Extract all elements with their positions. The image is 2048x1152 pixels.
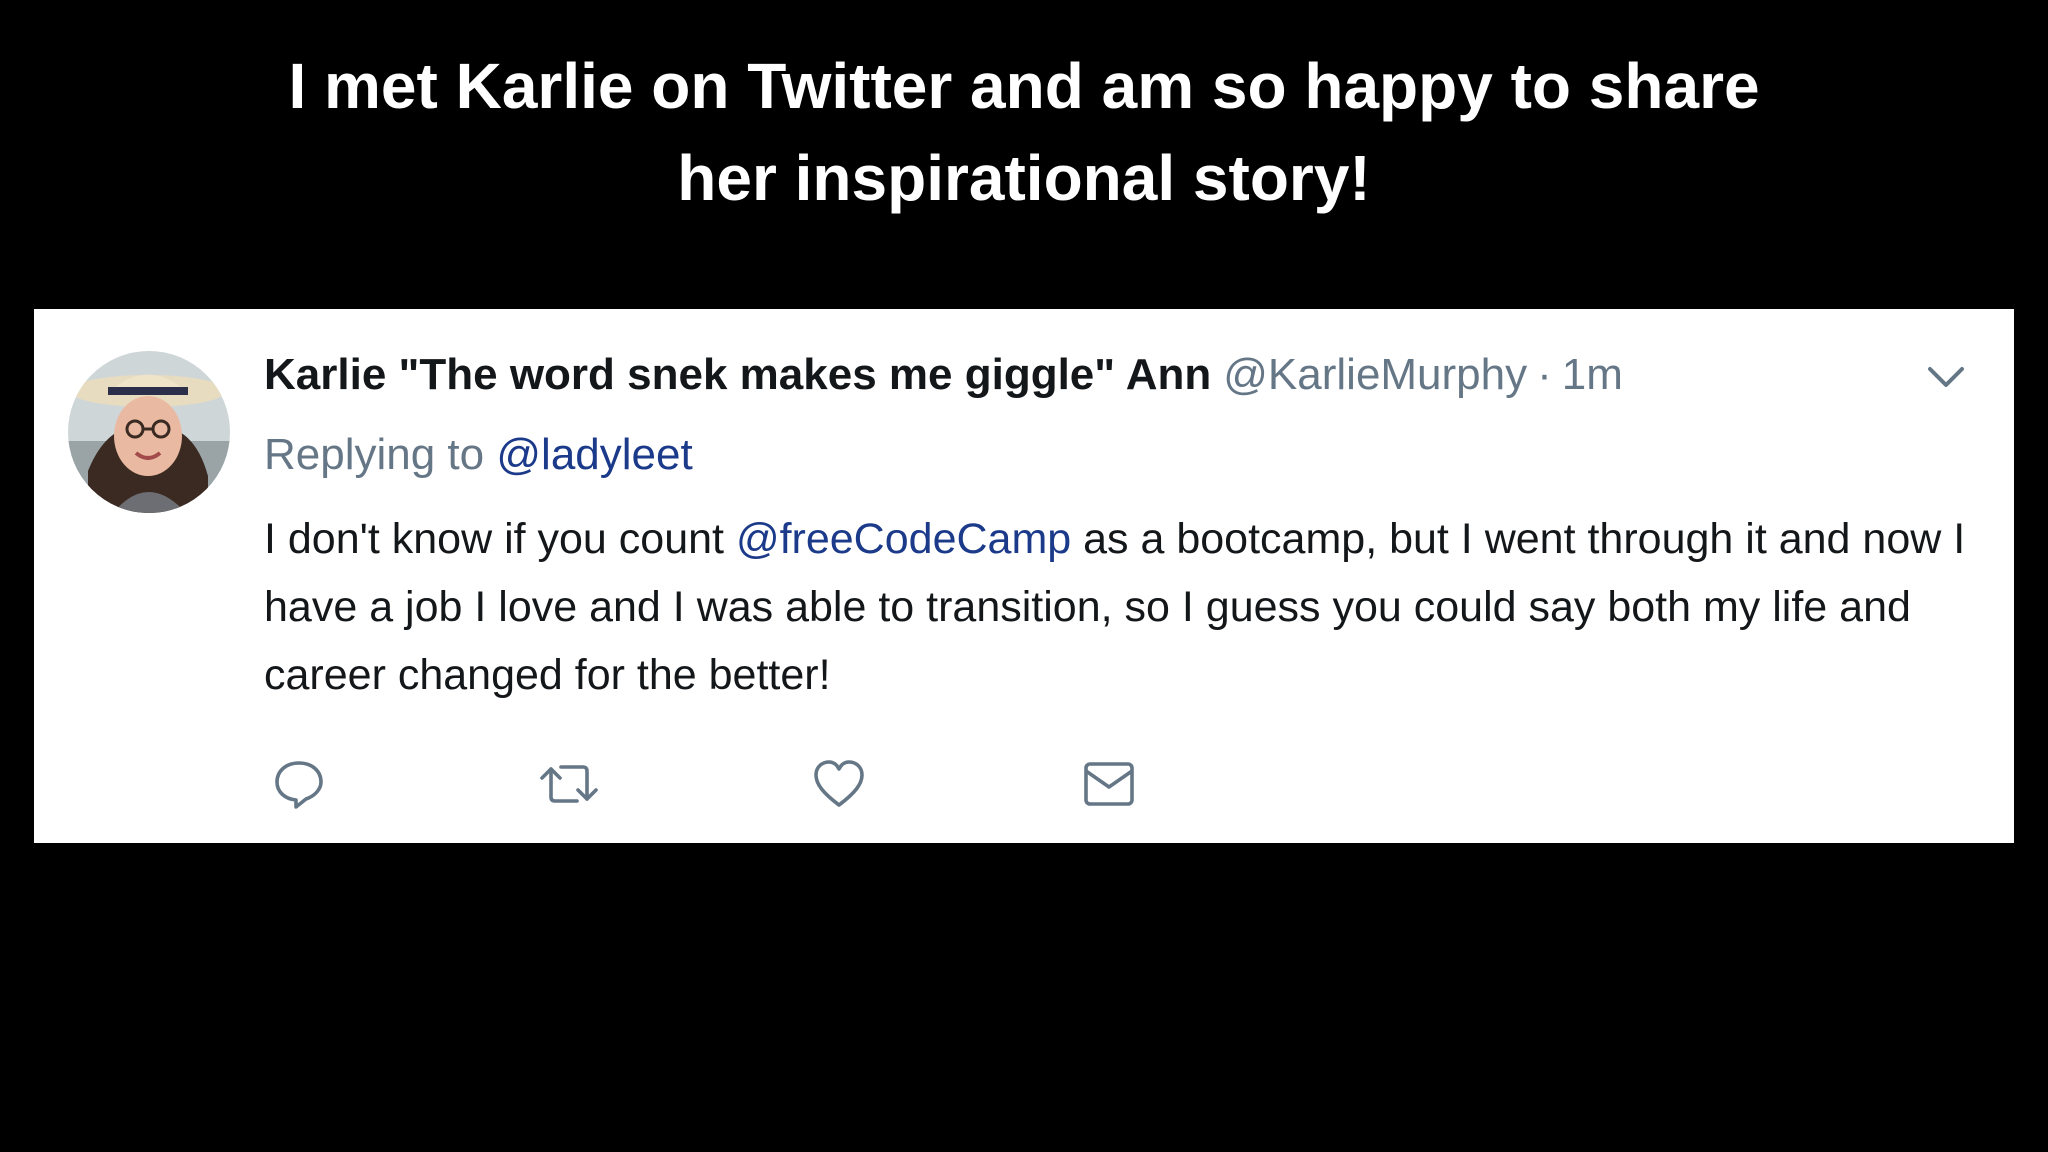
separator-dot: ·: [1537, 350, 1552, 399]
replying-to-label: Replying to: [264, 430, 485, 479]
tweet-text: I don't know if you count @freeCodeCamp …: [264, 505, 1994, 709]
reply-button[interactable]: [264, 749, 334, 819]
direct-message-button[interactable]: [1074, 749, 1144, 819]
timestamp[interactable]: 1m: [1562, 350, 1623, 399]
avatar[interactable]: [68, 351, 230, 513]
author-handle[interactable]: @KarlieMurphy: [1223, 350, 1527, 399]
reply-icon: [275, 761, 323, 809]
tweet-actions: [264, 749, 1264, 819]
page: I met Karlie on Twitter and am so happy …: [0, 0, 2048, 1152]
like-button[interactable]: [804, 749, 874, 819]
tweet-header: Karlie "The word snek makes me giggle" A…: [264, 345, 1623, 405]
author-name[interactable]: Karlie "The word snek makes me giggle" A…: [264, 350, 1211, 399]
retweet-button[interactable]: [534, 749, 604, 819]
direct-message-icon: [1084, 762, 1134, 806]
chevron-down-icon[interactable]: [1924, 359, 1968, 395]
replying-to-line: Replying to @ladyleet: [264, 425, 693, 485]
mention-link[interactable]: @freeCodeCamp: [736, 515, 1071, 563]
replying-to-handle[interactable]: @ladyleet: [496, 430, 692, 479]
headline-line-2: her inspirational story!: [677, 142, 1371, 214]
like-icon: [814, 760, 864, 807]
headline-line-1: I met Karlie on Twitter and am so happy …: [288, 50, 1760, 122]
avatar-photo: [68, 351, 230, 513]
headline: I met Karlie on Twitter and am so happy …: [130, 40, 1918, 224]
tweet-card: Karlie "The word snek makes me giggle" A…: [34, 309, 2014, 843]
tweet-text-start: I don't know if you count: [264, 515, 736, 563]
retweet-icon: [540, 765, 598, 803]
